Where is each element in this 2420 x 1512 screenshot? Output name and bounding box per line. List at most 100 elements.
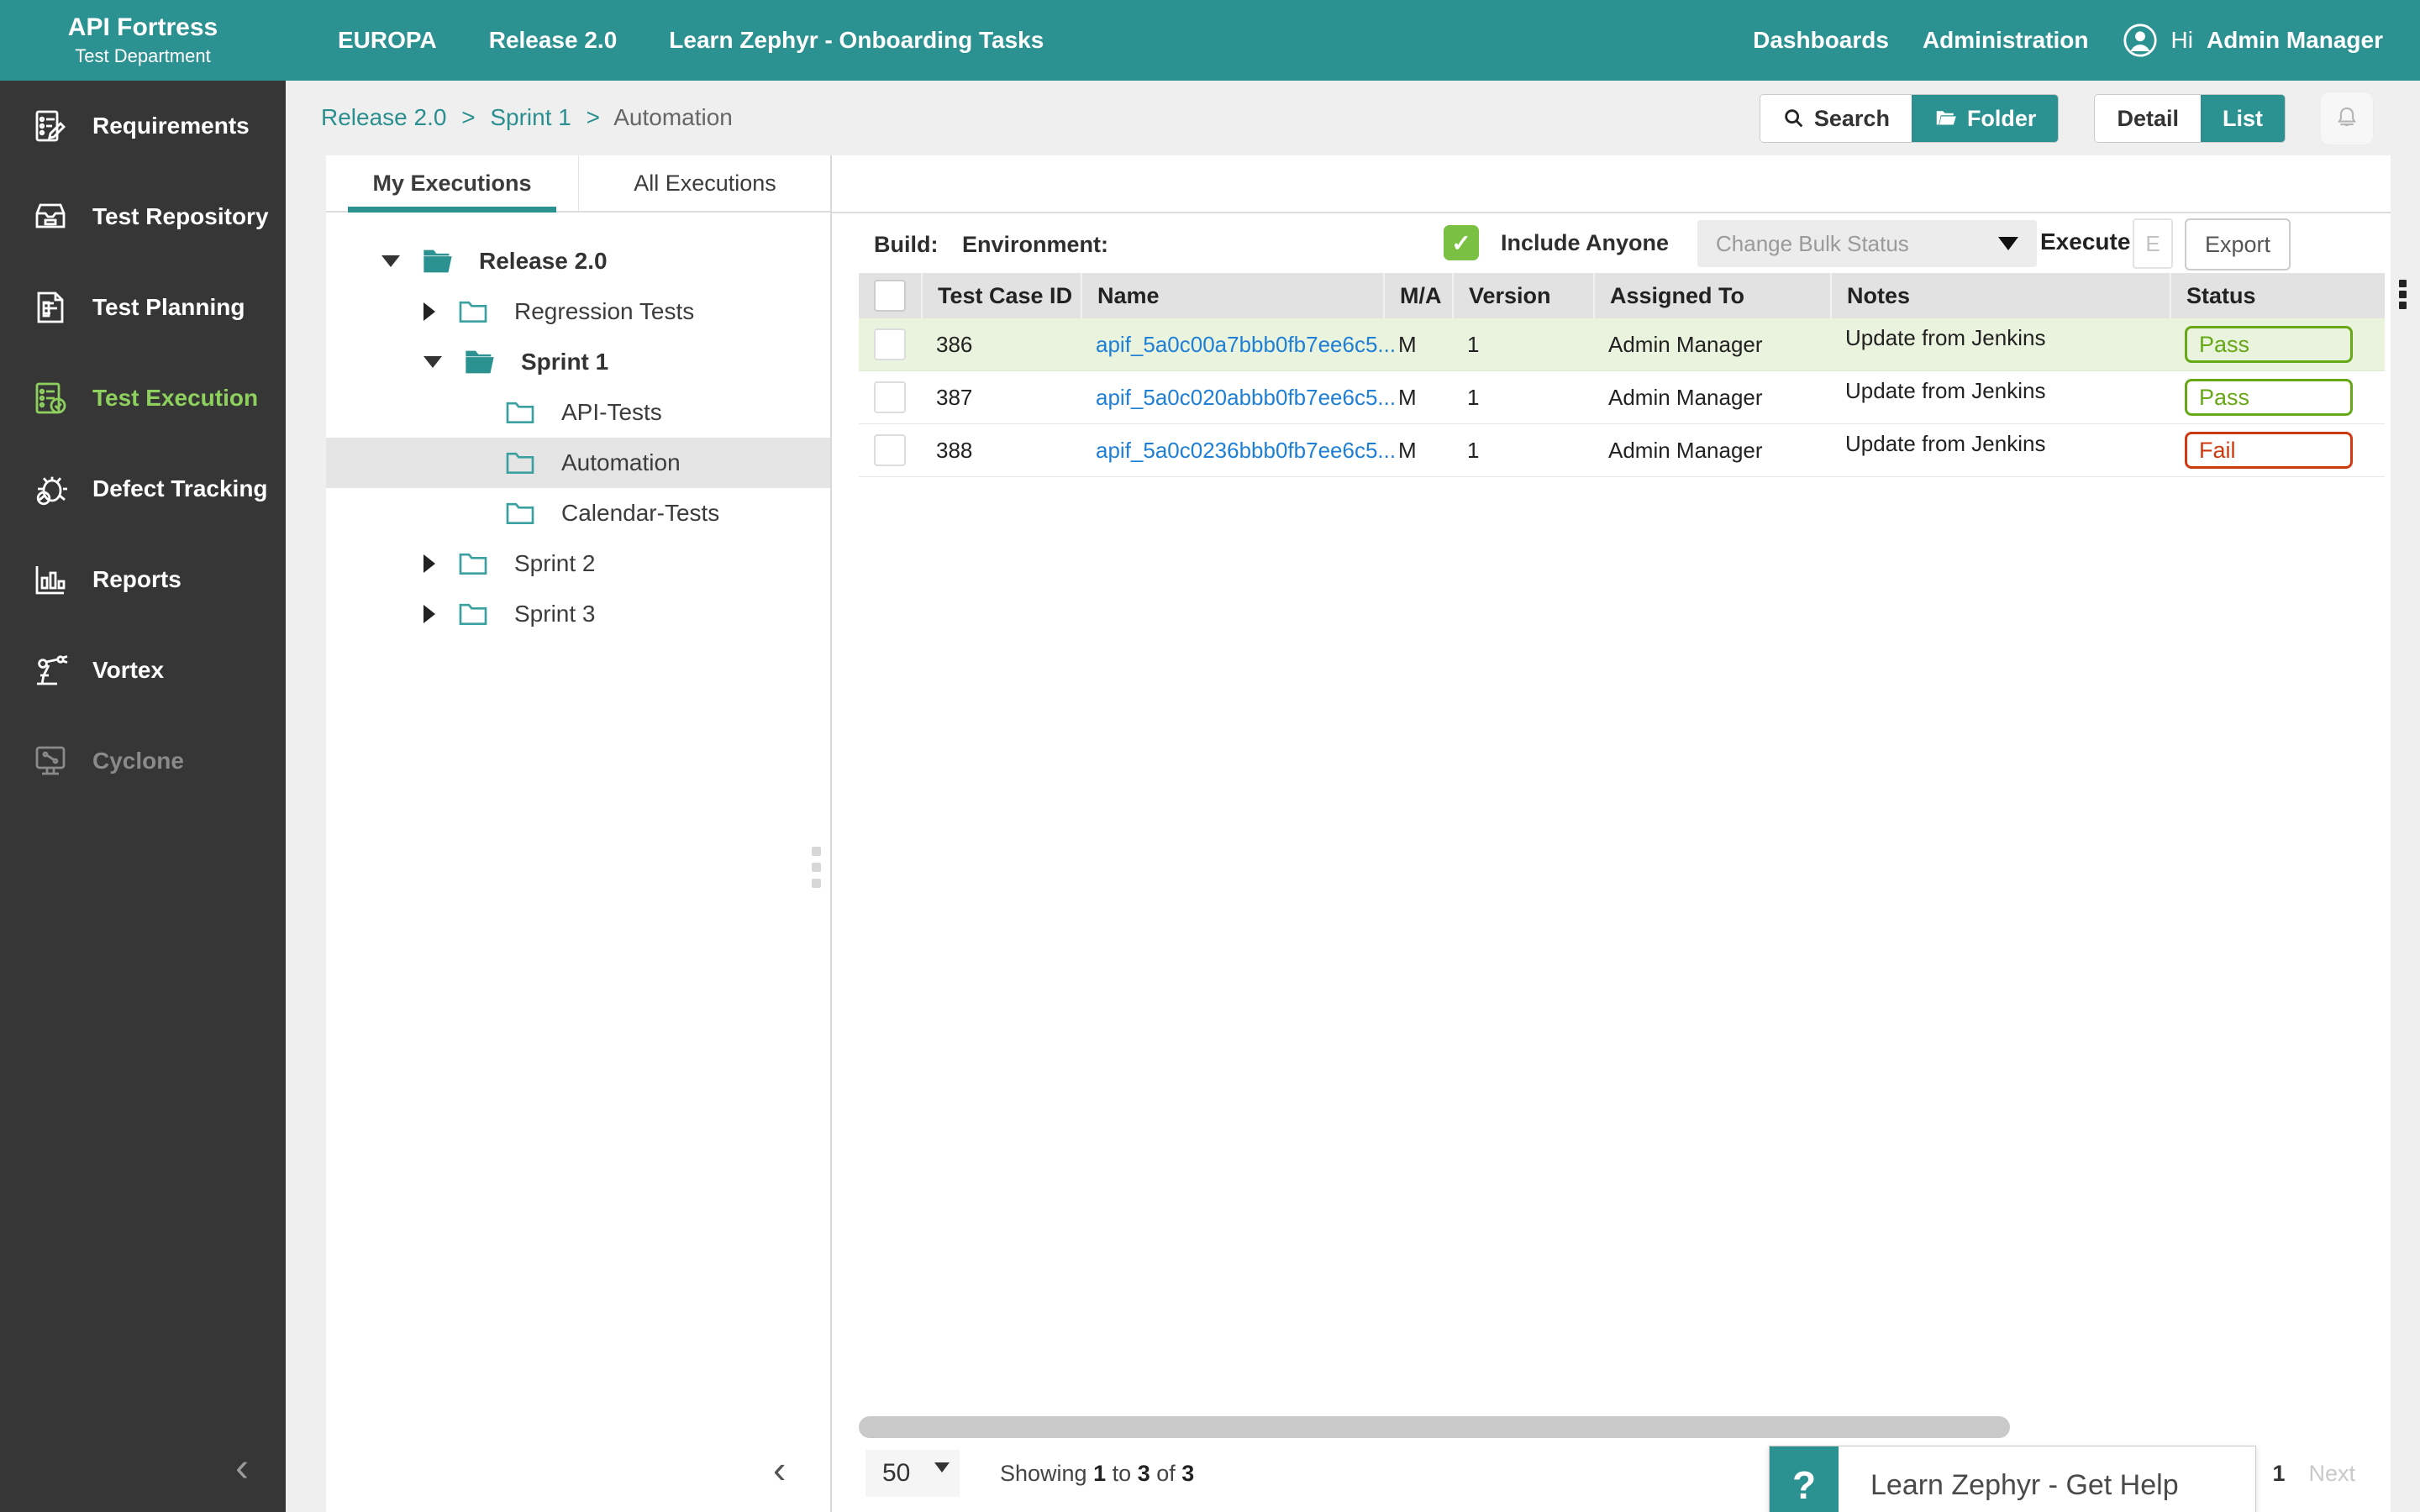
tree-collapse-chevron[interactable]: ‹ — [773, 1450, 786, 1488]
column-header-assigned-to[interactable]: Assigned To — [1593, 273, 1830, 318]
detail-view-button[interactable]: Detail — [2095, 95, 2201, 142]
sidebar-item-test-repository[interactable]: Test Repository — [0, 171, 286, 262]
select-all-checkbox[interactable] — [874, 280, 906, 312]
breadcrumb-separator: > — [587, 104, 600, 130]
sidebar-item-label: Test Planning — [92, 294, 245, 321]
get-help-popup[interactable]: ? Learn Zephyr - Get Help — [1769, 1446, 2256, 1512]
breadcrumb-row: Release 2.0 > Sprint 1 > Automation Sear… — [286, 81, 2420, 155]
greeting-text: Hi — [2171, 27, 2193, 54]
tree-item-sprint-3[interactable]: Sprint 3 — [326, 589, 831, 639]
caret-down-icon[interactable] — [381, 255, 400, 267]
next-page-button[interactable]: Next — [2308, 1461, 2355, 1487]
column-header-test-case-id[interactable]: Test Case ID — [921, 273, 1081, 318]
execution-icon — [30, 378, 71, 418]
sidebar-item-label: Test Execution — [92, 385, 258, 412]
planning-icon — [30, 287, 71, 328]
tree-item-sprint-1[interactable]: Sprint 1 — [326, 337, 831, 387]
table-row[interactable]: 387 apif_5a0c020abbb0fb7ee6c5... M 1 Adm… — [859, 371, 2385, 424]
caret-right-icon[interactable] — [424, 302, 435, 321]
execution-tree-panel: My Executions All Executions Release 2.0… — [326, 155, 831, 1512]
sidebar-item-test-planning[interactable]: Test Planning — [0, 262, 286, 353]
sidebar-item-reports[interactable]: Reports — [0, 534, 286, 625]
view-toolbar: Search Folder Detail List — [1760, 92, 2373, 144]
current-page-number[interactable]: 1 — [2272, 1461, 2285, 1487]
brand-block[interactable]: API Fortress Test Department — [0, 0, 286, 81]
sidebar-item-vortex[interactable]: Vortex — [0, 625, 286, 716]
search-icon — [1782, 107, 1806, 130]
column-options-icon[interactable] — [2399, 280, 2407, 309]
tree-item-sprint-2[interactable]: Sprint 2 — [326, 538, 831, 589]
cell-assigned-to: Admin Manager — [1593, 318, 1830, 370]
open-folder-icon — [460, 345, 499, 379]
folder-toggle-button[interactable]: Folder — [1912, 95, 2059, 142]
closed-folder-icon — [454, 597, 492, 631]
column-header-notes[interactable]: Notes — [1830, 273, 2170, 318]
page-size-select[interactable]: 50 — [865, 1450, 960, 1497]
sidebar-item-requirements[interactable]: Requirements — [0, 81, 286, 171]
cell-test-case-id: 386 — [921, 318, 1081, 370]
search-folder-toggle: Search Folder — [1760, 94, 2060, 143]
help-question-icon: ? — [1770, 1446, 1839, 1512]
tree-item-label: Calendar-Tests — [561, 500, 719, 527]
notifications-button[interactable] — [2321, 92, 2373, 144]
caret-right-icon[interactable] — [424, 605, 435, 623]
breadcrumb-sprint-link[interactable]: Sprint 1 — [490, 104, 571, 130]
project-menu[interactable]: EUROPA — [338, 27, 437, 54]
export-button[interactable]: Export — [2185, 218, 2291, 270]
row-checkbox[interactable] — [874, 328, 906, 360]
sidebar-collapse-chevron[interactable]: ‹ — [235, 1448, 249, 1488]
context-title[interactable]: Learn Zephyr - Onboarding Tasks — [669, 27, 1044, 54]
tab-my-executions[interactable]: My Executions — [326, 155, 579, 211]
search-toggle-button[interactable]: Search — [1760, 95, 1912, 142]
column-header-status[interactable]: Status — [2170, 273, 2385, 318]
tree-item-automation[interactable]: Automation — [326, 438, 831, 488]
cell-ma: M — [1383, 424, 1452, 476]
sidebar-item-label: Vortex — [92, 657, 164, 684]
execute-shortcut-field[interactable]: E — [2133, 218, 2173, 269]
tab-all-executions[interactable]: All Executions — [579, 155, 831, 211]
cell-ma: M — [1383, 318, 1452, 370]
column-header-version[interactable]: Version — [1452, 273, 1593, 318]
nav-dashboards[interactable]: Dashboards — [1753, 27, 1889, 54]
nav-administration[interactable]: Administration — [1923, 27, 2089, 54]
page-size-value: 50 — [882, 1459, 934, 1488]
caret-right-icon[interactable] — [424, 554, 435, 573]
caret-down-icon[interactable] — [424, 356, 442, 368]
sidebar-item-cyclone[interactable]: Cyclone — [0, 716, 286, 806]
bell-icon — [2333, 104, 2361, 133]
column-header-ma[interactable]: M/A — [1383, 273, 1452, 318]
tree-item-regression-tests[interactable]: Regression Tests — [326, 286, 831, 337]
include-anyone-checkbox[interactable]: ✓ — [1444, 225, 1479, 260]
status-badge[interactable]: Pass — [2185, 326, 2353, 363]
row-checkbox[interactable] — [874, 434, 906, 466]
sidebar-item-defect-tracking[interactable]: Defect Tracking — [0, 444, 286, 534]
release-menu[interactable]: Release 2.0 — [489, 27, 618, 54]
sidebar-item-test-execution[interactable]: Test Execution — [0, 353, 286, 444]
user-menu[interactable]: Hi Admin Manager — [2123, 23, 2383, 58]
closed-folder-icon — [501, 396, 539, 429]
closed-folder-icon — [454, 547, 492, 580]
test-case-link[interactable]: apif_5a0c0236bbb0fb7ee6c5... — [1096, 438, 1396, 464]
row-checkbox[interactable] — [874, 381, 906, 413]
status-badge[interactable]: Fail — [2185, 432, 2353, 469]
list-view-button[interactable]: List — [2201, 95, 2285, 142]
left-sidebar: Requirements Test Repository Test Planni… — [0, 81, 286, 1512]
test-case-link[interactable]: apif_5a0c020abbb0fb7ee6c5... — [1096, 385, 1396, 411]
table-row[interactable]: 386 apif_5a0c00a7bbb0fb7ee6c5... M 1 Adm… — [859, 318, 2385, 371]
tree-item-label: Regression Tests — [514, 298, 694, 325]
breadcrumb-release-link[interactable]: Release 2.0 — [321, 104, 446, 130]
change-bulk-status-select[interactable]: Change Bulk Status — [1697, 220, 2037, 267]
column-header-name[interactable]: Name — [1081, 273, 1383, 318]
tree-item-release-2-0[interactable]: Release 2.0 — [326, 236, 831, 286]
closed-folder-icon — [454, 295, 492, 328]
defect-bug-icon — [30, 469, 71, 509]
include-anyone-label: Include Anyone — [1501, 230, 1669, 256]
showing-summary: Showing 1 to 3 of 3 — [1000, 1461, 1194, 1487]
horizontal-scrollbar[interactable] — [859, 1416, 2010, 1438]
test-case-link[interactable]: apif_5a0c00a7bbb0fb7ee6c5... — [1096, 332, 1396, 358]
tree-item-api-tests[interactable]: API-Tests — [326, 387, 831, 438]
brand-subtitle: Test Department — [75, 45, 210, 67]
status-badge[interactable]: Pass — [2185, 379, 2353, 416]
table-row[interactable]: 388 apif_5a0c0236bbb0fb7ee6c5... M 1 Adm… — [859, 424, 2385, 477]
tree-item-calendar-tests[interactable]: Calendar-Tests — [326, 488, 831, 538]
